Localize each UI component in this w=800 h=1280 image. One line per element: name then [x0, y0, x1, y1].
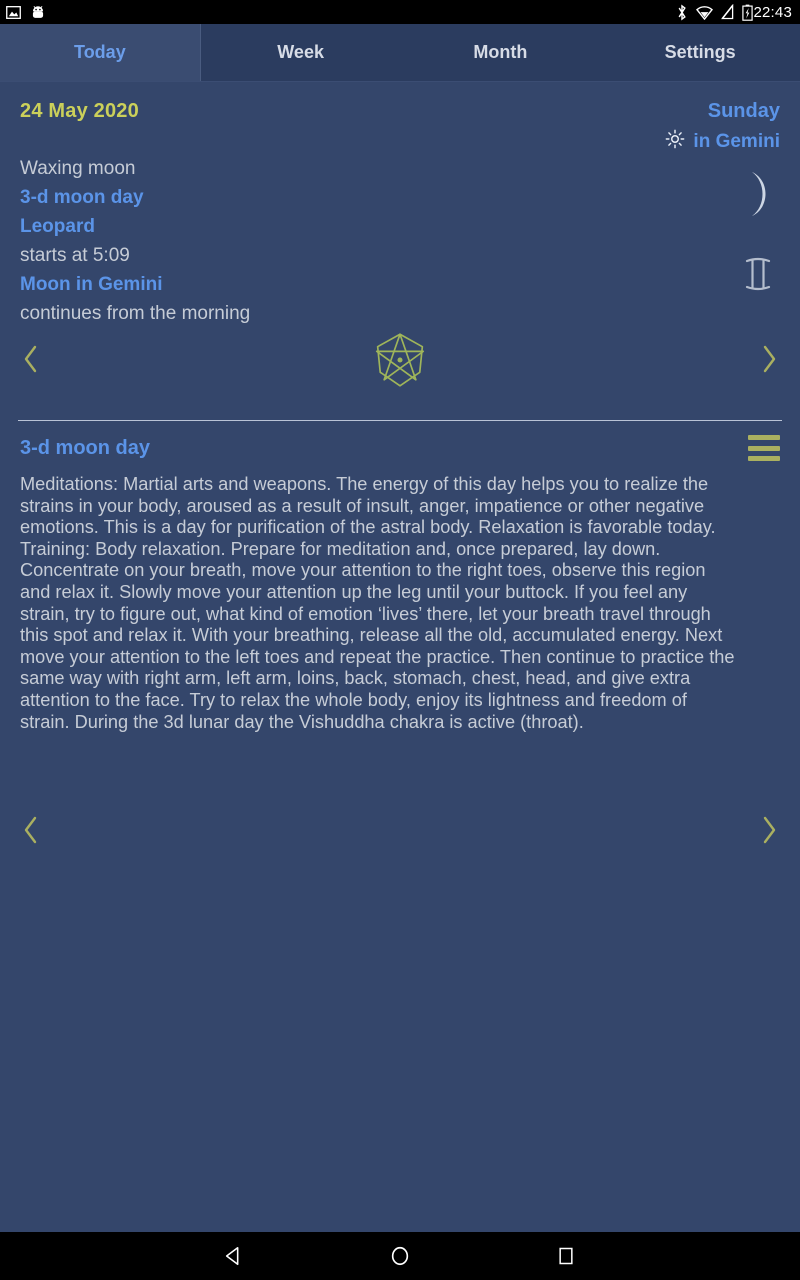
- tab-bar: Today Week Month Settings: [0, 24, 800, 82]
- moon-day-symbol-label: Leopard: [20, 216, 95, 237]
- moon-info-block: Waxing moon 3-d moon day Leopard starts …: [0, 154, 800, 324]
- moon-sign-label: Moon in Gemini: [20, 274, 163, 295]
- bluetooth-icon: [676, 3, 688, 21]
- back-triangle-icon[interactable]: [210, 1232, 258, 1280]
- home-circle-icon[interactable]: [376, 1232, 424, 1280]
- next-moon-day-button[interactable]: [746, 338, 792, 384]
- chevron-left-icon: [22, 344, 40, 379]
- description-body: Meditations: Martial arts and weapons. T…: [20, 474, 735, 732]
- tab-today[interactable]: Today: [0, 24, 201, 81]
- chevron-right-icon: [760, 344, 778, 379]
- weekday-label: Sunday: [707, 100, 780, 122]
- android-head-icon: [31, 5, 45, 20]
- signal-icon: [721, 4, 734, 20]
- seven-pointed-star-icon: [372, 332, 428, 388]
- date-header: 24 May 2020 Sunday in Gemini: [0, 82, 800, 154]
- tab-today-label: Today: [74, 42, 126, 62]
- wifi-icon: [696, 5, 714, 20]
- description-title: 3-d moon day: [20, 437, 151, 459]
- sun-sign-label: in Gemini: [693, 131, 780, 152]
- battery-charging-icon: [742, 4, 754, 21]
- description-section: 3-d moon day Meditations: Martial arts a…: [0, 421, 800, 733]
- sun-icon: [665, 129, 685, 155]
- status-bar-left-icons: [6, 5, 45, 20]
- moon-phase-label: Waxing moon: [20, 158, 136, 179]
- moon-day-start-label: starts at 5:09: [20, 245, 130, 266]
- tab-week-label: Week: [277, 42, 324, 62]
- status-bar-right-icons: [676, 3, 754, 21]
- tab-month[interactable]: Month: [401, 24, 601, 81]
- tab-settings-label: Settings: [664, 42, 736, 62]
- sun-sign-row: in Gemini: [665, 129, 780, 155]
- tab-week[interactable]: Week: [201, 24, 401, 81]
- image-icon: [6, 5, 21, 20]
- description-nav-row: [0, 795, 800, 867]
- system-navigation-bar: [0, 1232, 800, 1280]
- next-description-button[interactable]: [746, 809, 792, 855]
- recents-square-icon[interactable]: [542, 1232, 590, 1280]
- hamburger-line-2: [748, 445, 780, 451]
- moon-day-label: 3-d moon day: [20, 187, 144, 208]
- tab-settings[interactable]: Settings: [600, 24, 800, 81]
- prev-description-button[interactable]: [8, 809, 54, 855]
- status-bar: 22:43: [0, 0, 800, 24]
- prev-moon-day-button[interactable]: [8, 338, 54, 384]
- app-root: 22:43 Today Week Month Settings 24 May 2…: [0, 0, 800, 1280]
- tab-month-label: Month: [473, 42, 528, 62]
- chevron-left-icon: [22, 815, 40, 850]
- waxing-crescent-moon-icon: [736, 166, 782, 222]
- hamburger-line-3: [748, 456, 780, 461]
- chevron-right-icon: [760, 815, 778, 850]
- hamburger-line-1: [748, 435, 780, 440]
- status-bar-clock: 22:43: [753, 3, 792, 21]
- hamburger-menu-icon[interactable]: [748, 435, 780, 461]
- gemini-zodiac-icon: [736, 254, 780, 294]
- moon-day-symbol-nav-row: [0, 324, 800, 420]
- date-header-right: Sunday in Gemini: [665, 100, 780, 155]
